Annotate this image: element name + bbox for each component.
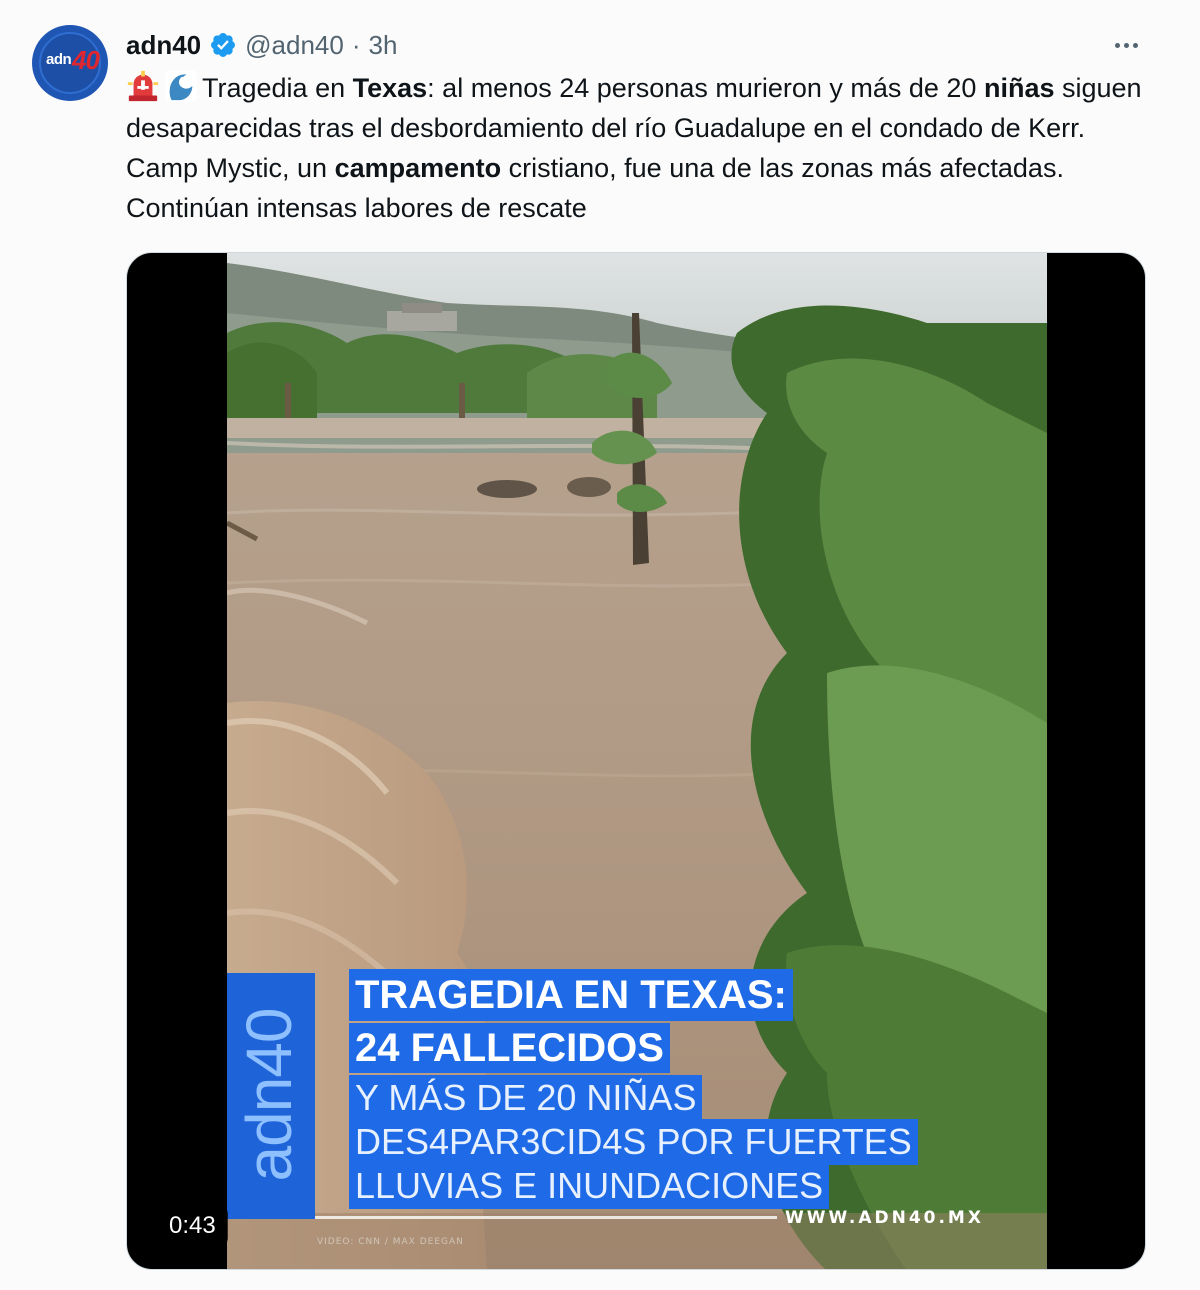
video-player[interactable]: adn40 TRAGEDIA EN TEXAS: 24 FALLECIDOS Y… <box>126 252 1146 1270</box>
video-duration-badge: 0:43 <box>157 1206 228 1246</box>
text-part: Tragedia en <box>202 73 353 103</box>
timestamp[interactable]: 3h <box>369 30 398 61</box>
video-credit: VIDEO: CNN / MAX DEEGAN <box>317 1237 464 1247</box>
avatar[interactable]: adn 40 <box>32 25 108 101</box>
video-caption-line-5: LLUVIAS E INUNDACIONES <box>349 1163 830 1209</box>
dot <box>1123 42 1129 48</box>
separator-dot: · <box>351 29 361 60</box>
display-name[interactable]: adn40 <box>126 30 201 61</box>
video-caption-line-1: TRAGEDIA EN TEXAS: <box>349 969 793 1021</box>
tweet-header: adn40 @adn40 · 3h <box>126 27 397 63</box>
caption-underline <box>315 1216 777 1219</box>
rotating-light-emoji <box>127 70 159 102</box>
video-caption-line-3: Y MÁS DE 20 NIÑAS <box>349 1075 703 1121</box>
dot <box>1132 42 1138 48</box>
water-wave-emoji <box>164 69 198 103</box>
video-caption-line-4: DES4PAR3CID4S POR FUERTES <box>349 1119 918 1165</box>
video-site-url: WWW.ADN40.MX <box>785 1208 984 1228</box>
tweet-text: Tragedia en Texas: al menos 24 personas … <box>126 68 1156 228</box>
video-caption-line-2: 24 FALLECIDOS <box>349 1023 670 1073</box>
avatar-text-adn: adn <box>46 51 72 68</box>
text-part: : al menos 24 personas murieron y más de… <box>427 73 984 103</box>
adn40-logo-vertical: adn40 <box>233 1008 305 1182</box>
dot <box>1114 42 1120 48</box>
text-bold-ninas: niñas <box>983 73 1055 103</box>
more-horizontal-icon[interactable] <box>1106 30 1146 60</box>
verified-badge-icon <box>211 33 236 57</box>
tweet-card[interactable]: adn 40 adn40 @adn40 · 3h Tragedia en Tex… <box>0 0 1200 1290</box>
avatar-text-40: 40 <box>72 45 100 75</box>
handle[interactable]: @adn40 <box>245 30 344 61</box>
text-bold-campamento: campamento <box>334 153 502 183</box>
text-bold-texas: Texas <box>352 73 428 103</box>
